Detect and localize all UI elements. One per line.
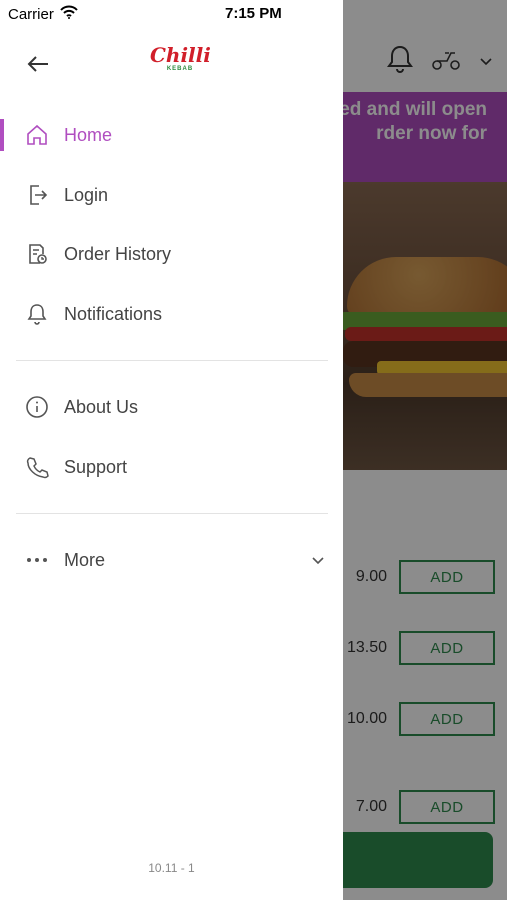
menu-divider (16, 513, 328, 514)
chevron-down-icon (311, 553, 325, 567)
app-version: 10.11 - 1 (148, 861, 195, 875)
order-history-icon (25, 242, 49, 266)
sidebar-item-more[interactable]: More (0, 538, 343, 582)
sidebar-item-label: Login (64, 184, 109, 205)
sidebar-item-label: About Us (64, 396, 139, 417)
carrier-label: Carrier (8, 5, 54, 23)
sidebar-item-about-us[interactable]: About Us (0, 385, 343, 429)
phone-icon (25, 455, 49, 479)
status-time: 7:15 PM (225, 5, 282, 22)
menu-divider (16, 360, 328, 361)
sidebar-item-label: Home (64, 124, 113, 145)
sidebar-item-support[interactable]: Support (0, 445, 343, 489)
logo-text: Chilli (150, 43, 211, 67)
arrow-left-icon (27, 56, 48, 72)
sidebar-item-home[interactable]: Home (0, 113, 343, 157)
sidebar-item-login[interactable]: Login (0, 173, 343, 217)
navigation-drawer: Carrier 7:15 PM Chilli KEBAB Home Login … (0, 0, 343, 900)
login-icon (25, 183, 49, 207)
info-icon (25, 395, 49, 419)
sidebar-item-order-history[interactable]: Order History (0, 232, 343, 276)
sidebar-item-label: More (64, 549, 106, 570)
sidebar-item-notifications[interactable]: Notifications (0, 292, 343, 336)
sidebar-item-label: Notifications (64, 303, 163, 324)
status-bar: Carrier 7:15 PM (0, 0, 343, 28)
chilli-kebab-logo: Chilli KEBAB (150, 43, 211, 78)
wifi-icon (60, 5, 78, 23)
bell-icon (25, 302, 49, 326)
home-icon (25, 123, 49, 147)
more-dots-icon (25, 548, 49, 572)
sidebar-item-label: Support (64, 456, 128, 477)
sidebar-item-label: Order History (64, 243, 172, 264)
back-button[interactable] (24, 50, 52, 78)
